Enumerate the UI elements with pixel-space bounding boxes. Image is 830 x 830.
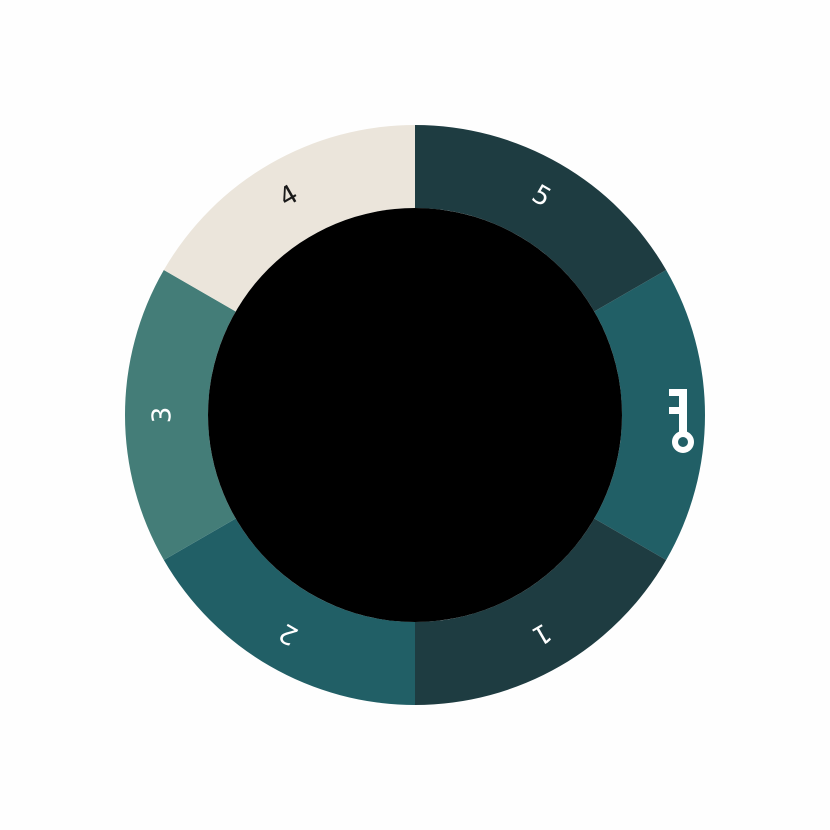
- segment-label: 3: [148, 407, 178, 424]
- combination-dial: 12345: [0, 0, 830, 830]
- dial-ring: 1234 5: [124, 125, 705, 705]
- dial-center: [208, 208, 622, 622]
